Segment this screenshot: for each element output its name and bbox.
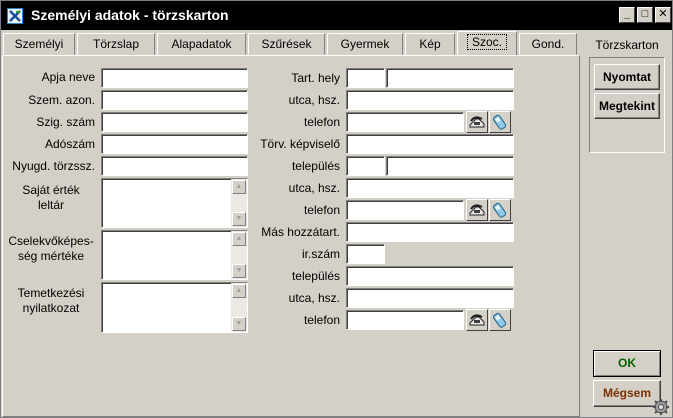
telefon-3-input[interactable]	[346, 310, 464, 330]
side-panel: Törzskarton Nyomtat Megtekint OK Mégsem	[583, 33, 671, 417]
print-button[interactable]: Nyomtat	[594, 64, 660, 90]
tab-kep[interactable]: Kép	[405, 33, 455, 55]
szem-azon-input[interactable]	[101, 90, 248, 110]
view-button[interactable]: Megtekint	[594, 93, 660, 119]
tart-hely-telepules-input[interactable]	[386, 68, 514, 88]
tab-szuresek[interactable]: Szűrések	[248, 33, 325, 55]
telepules-1-input[interactable]	[386, 156, 514, 176]
tab-torzslap[interactable]: Törzslap	[77, 33, 155, 55]
label-telefon-2: telefon	[303, 203, 340, 217]
label-cselekvokepesseg: Cselekvőképes- ség mértéke	[8, 234, 94, 263]
tab-szemelyi[interactable]: Személyi	[3, 33, 75, 55]
mobile-phone-icon	[492, 114, 507, 130]
label-apja-neve: Apja neve	[41, 70, 95, 84]
telefon-2-input[interactable]	[346, 200, 464, 220]
scroll-up-icon[interactable]: ▲	[232, 284, 246, 298]
temetkezesi-textarea[interactable]: ▲ ▼	[101, 282, 248, 333]
scroll-down-icon[interactable]: ▼	[232, 212, 246, 226]
label-szem-azon: Szem. azon.	[28, 93, 95, 107]
mas-hozzatart-input[interactable]	[346, 222, 514, 242]
scroll-down-icon[interactable]: ▼	[232, 264, 246, 278]
label-telepules-2: település	[291, 269, 340, 283]
maximize-button[interactable]: □	[637, 7, 653, 23]
sajat-ertek-textarea[interactable]: ▲ ▼	[101, 178, 248, 228]
label-telefon-1: telefon	[303, 115, 340, 129]
apja-neve-input[interactable]	[101, 68, 248, 88]
mobile-phone-icon	[492, 202, 507, 218]
telepules-2-input[interactable]	[346, 266, 514, 286]
label-adoszam: Adószám	[44, 137, 95, 151]
utca-hsz-3-input[interactable]	[346, 288, 514, 308]
main-window: Személyi adatok - törzskarton _ □ ✕ Szem…	[0, 0, 673, 418]
title-bar[interactable]: Személyi adatok - törzskarton _ □ ✕	[1, 1, 672, 30]
label-telefon-3: telefon	[303, 313, 340, 327]
torv-kepviselo-input[interactable]	[346, 134, 514, 154]
ok-button[interactable]: OK	[593, 350, 661, 377]
tab-gyermek[interactable]: Gyermek	[327, 33, 403, 55]
mobile-button-1[interactable]	[489, 111, 511, 133]
phone-icon	[469, 204, 485, 216]
label-sajat-ertek: Saját érték leltár	[22, 183, 80, 212]
cselekvokepesseg-scrollbar[interactable]: ▲ ▼	[231, 231, 247, 279]
utca-hsz-2-input[interactable]	[346, 178, 514, 198]
label-nyugd-torzssz: Nyugd. törzssz.	[12, 159, 95, 173]
tab-szoc[interactable]: Szoc.	[457, 31, 517, 56]
label-utca-hsz-2: utca, hsz.	[288, 181, 340, 195]
cselekvokepesseg-textarea[interactable]: ▲ ▼	[101, 230, 248, 280]
sajat-ertek-scrollbar[interactable]: ▲ ▼	[231, 179, 247, 227]
cancel-button[interactable]: Mégsem	[593, 380, 661, 407]
label-tart-hely: Tart. hely	[291, 71, 340, 85]
tab-alapadatok[interactable]: Alapadatok	[157, 33, 246, 55]
label-ir-szam: ir.szám	[301, 247, 340, 261]
scroll-up-icon[interactable]: ▲	[232, 180, 246, 194]
tart-hely-irszam-input[interactable]	[346, 68, 385, 88]
scroll-up-icon[interactable]: ▲	[232, 232, 246, 246]
mobile-button-2[interactable]	[489, 199, 511, 221]
label-mas-hozzatart: Más hozzátart.	[261, 225, 340, 239]
mobile-button-3[interactable]	[489, 309, 511, 331]
szig-szam-input[interactable]	[101, 112, 248, 132]
minimize-button[interactable]: _	[619, 7, 635, 23]
scroll-down-icon[interactable]: ▼	[232, 317, 246, 331]
phone-button-1[interactable]	[466, 111, 488, 133]
tab-bar: Személyi Törzslap Alapadatok Szűrések Gy…	[1, 31, 581, 56]
telepules-1-irszam-input[interactable]	[346, 156, 385, 176]
label-utca-hsz-3: utca, hsz.	[288, 291, 340, 305]
torzskarton-heading: Törzskarton	[595, 38, 659, 52]
label-utca-hsz-1: utca, hsz.	[288, 93, 340, 107]
label-telepules-1: település	[291, 159, 340, 173]
utca-hsz-1-input[interactable]	[346, 90, 514, 110]
phone-icon	[469, 314, 485, 326]
tab-gond[interactable]: Gond.	[519, 33, 577, 55]
nyugd-torzssz-input[interactable]	[101, 156, 248, 176]
phone-icon	[469, 116, 485, 128]
print-group: Nyomtat Megtekint	[589, 57, 665, 153]
close-button[interactable]: ✕	[655, 7, 671, 23]
phone-button-3[interactable]	[466, 309, 488, 331]
app-x-icon	[7, 8, 23, 24]
label-temetkezesi: Temetkezési nyilatkozat	[17, 286, 85, 315]
ir-szam-input[interactable]	[346, 244, 385, 264]
label-torv-kepviselo: Törv. képviselő	[260, 137, 340, 151]
adoszam-input[interactable]	[101, 134, 248, 154]
temetkezesi-scrollbar[interactable]: ▲ ▼	[231, 283, 247, 332]
window-title: Személyi adatok - törzskarton	[31, 7, 229, 23]
mobile-phone-icon	[492, 312, 507, 328]
telefon-1-input[interactable]	[346, 112, 464, 132]
phone-button-2[interactable]	[466, 199, 488, 221]
label-szig-szam: Szig. szám	[36, 115, 95, 129]
gear-icon[interactable]	[652, 398, 670, 416]
